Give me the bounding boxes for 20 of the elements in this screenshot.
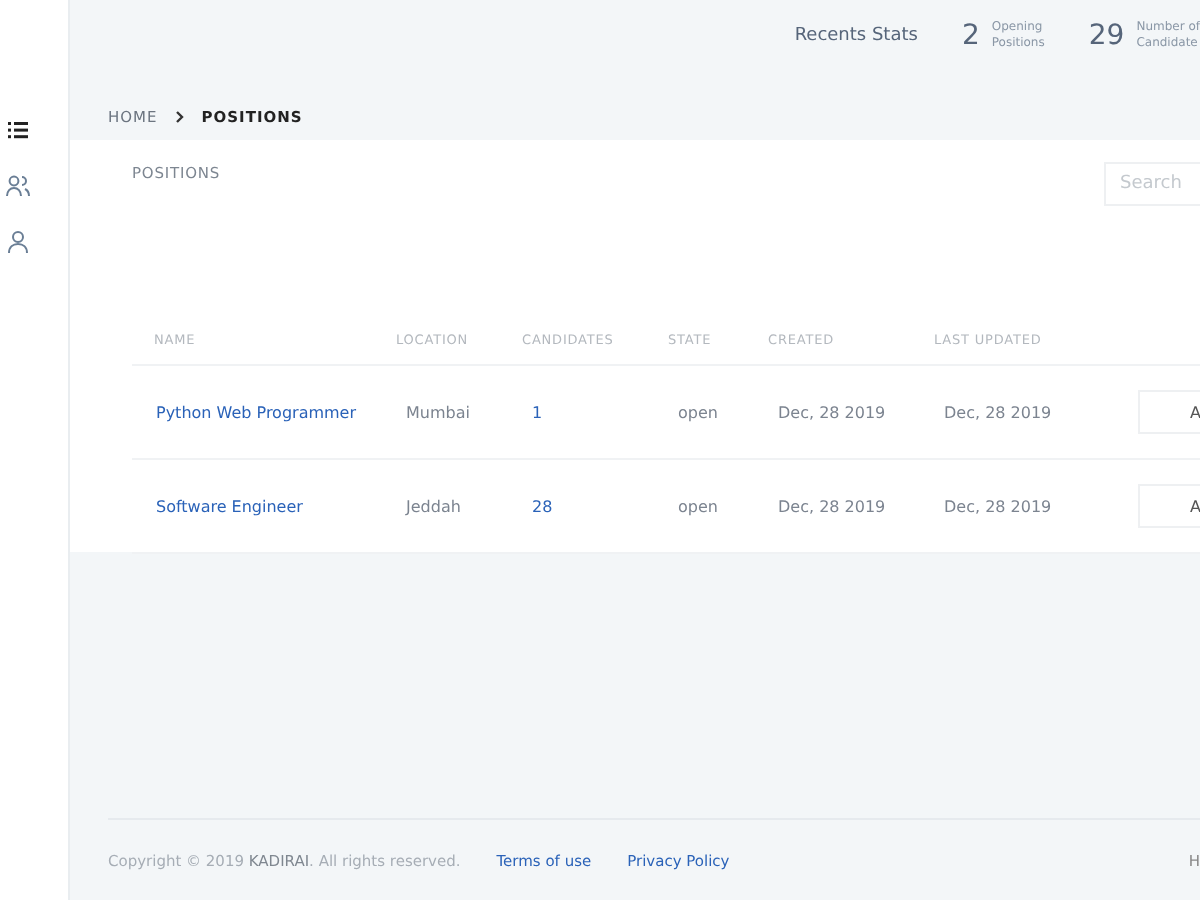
list-icon — [4, 116, 32, 144]
candidates-link[interactable]: 28 — [522, 497, 668, 515]
table-cell-text: Dec, 28 2019 — [942, 497, 1054, 515]
table-cell-text: Jeddah — [403, 497, 463, 515]
table-cell-text: Dec, 28 2019 — [942, 403, 1054, 421]
users-icon — [4, 172, 32, 200]
table-cell-text: Dec, 28 2019 — [776, 497, 888, 515]
table-cell-text: open — [676, 497, 720, 515]
position-link[interactable]: Software Engineer — [132, 497, 396, 515]
table-cell-text: open — [676, 403, 720, 421]
search-field[interactable]: Search — [1104, 162, 1200, 206]
stat-value: 29 — [1088, 20, 1125, 52]
table-cell-text: Dec, 28 2019 — [776, 403, 888, 421]
stats-title: Recents Stats — [794, 26, 918, 46]
stat-value: 2 — [961, 20, 980, 52]
candidates-link[interactable]: 1 — [522, 403, 668, 421]
table-cell-text: Mumbai — [404, 403, 472, 421]
position-link[interactable]: Python Web Programmer — [132, 403, 396, 421]
chevron-icon — [173, 109, 186, 123]
user-icon — [4, 228, 32, 256]
